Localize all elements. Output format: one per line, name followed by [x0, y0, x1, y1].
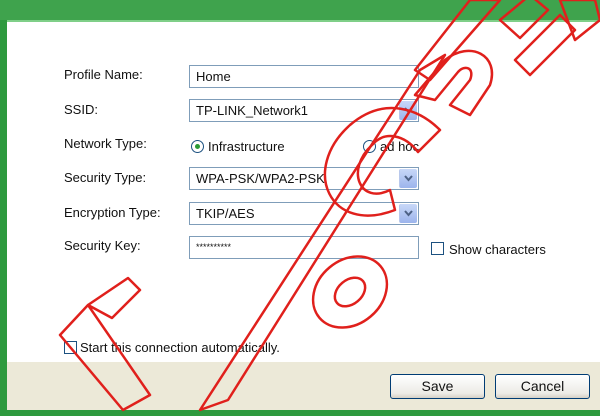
show-characters-label: Show characters — [449, 242, 546, 257]
auto-connect-checkbox[interactable] — [64, 341, 77, 354]
security-key-input[interactable]: ********** — [189, 236, 419, 259]
security-key-label: Security Key: — [64, 238, 141, 253]
encryption-type-select[interactable]: TKIP/AES — [189, 202, 419, 225]
profile-name-label: Profile Name: — [64, 67, 143, 82]
security-type-value: WPA-PSK/WPA2-PSK — [196, 171, 325, 186]
security-type-select[interactable]: WPA-PSK/WPA2-PSK — [189, 167, 419, 190]
window-frame-left — [0, 0, 7, 416]
chevron-down-icon[interactable] — [399, 169, 417, 188]
save-button[interactable]: Save — [390, 374, 485, 399]
window-frame-bottom — [0, 410, 600, 416]
ssid-label: SSID: — [64, 102, 98, 117]
ssid-select[interactable]: TP-LINK_Network1 — [189, 99, 419, 122]
cancel-button[interactable]: Cancel — [495, 374, 590, 399]
encryption-type-value: TKIP/AES — [196, 206, 255, 221]
show-characters-checkbox[interactable] — [431, 242, 444, 255]
radio-ad-hoc[interactable] — [363, 140, 376, 153]
network-type-label: Network Type: — [64, 136, 147, 151]
infrastructure-option-label: Infrastructure — [208, 139, 285, 154]
ssid-value: TP-LINK_Network1 — [196, 103, 308, 118]
encryption-type-label: Encryption Type: — [64, 205, 161, 220]
radio-infrastructure[interactable] — [191, 140, 204, 153]
chevron-down-icon[interactable] — [399, 101, 417, 120]
security-type-label: Security Type: — [64, 170, 147, 185]
window-title-bar — [0, 0, 600, 20]
chevron-down-icon[interactable] — [399, 204, 417, 223]
ad-hoc-option-label: ad hoc — [380, 139, 420, 154]
profile-name-input[interactable]: Home — [189, 65, 419, 88]
auto-connect-label: Start this connection automatically. — [80, 340, 280, 355]
